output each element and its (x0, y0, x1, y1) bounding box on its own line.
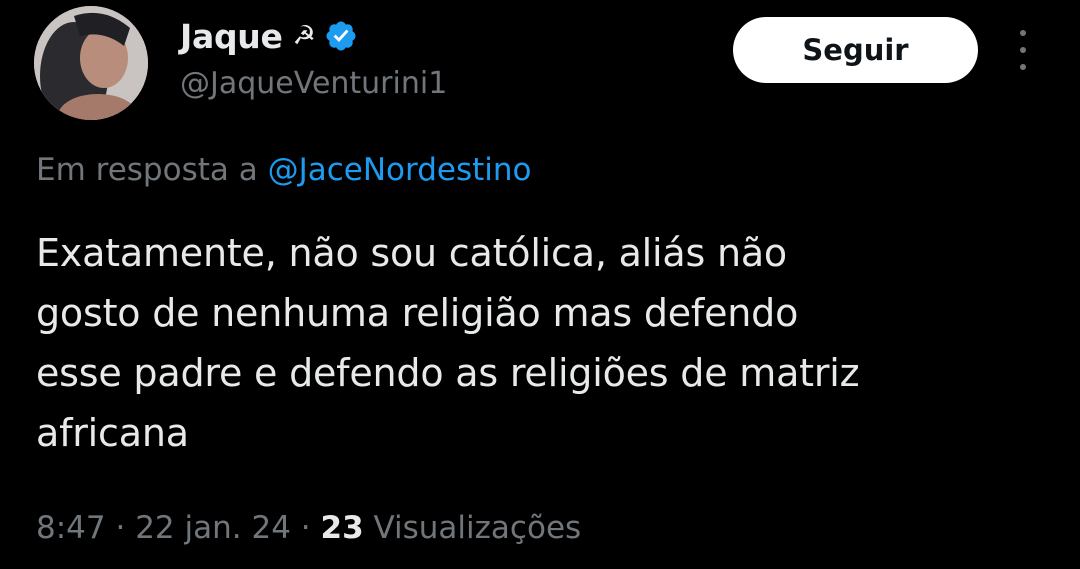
views-label: Visualizações (373, 510, 582, 546)
meta-separator: · (300, 510, 311, 546)
tweet-text-line: Exatamente, não sou católica, aliás não (36, 231, 787, 275)
tweet-text: Exatamente, não sou católica, aliás não … (36, 223, 1056, 463)
author-display-name[interactable]: Jaque (180, 17, 283, 56)
views-count: 23 (320, 510, 364, 546)
avatar-image (34, 6, 148, 120)
verified-badge-icon[interactable] (324, 19, 358, 53)
avatar[interactable] (34, 6, 148, 120)
more-dot (1020, 64, 1026, 70)
reply-target-link[interactable]: @JaceNordestino (268, 152, 532, 188)
reply-prefix: Em resposta a (36, 152, 258, 188)
tweet-time[interactable]: 8:47 (36, 510, 106, 546)
tweet-text-line: gosto de nenhuma religião mas defendo (36, 291, 799, 335)
tweet-meta: 8:47 · 22 jan. 24 · 23 Visualizações (36, 510, 581, 546)
author-name-row: Jaque ☭ (180, 14, 358, 58)
more-dot (1020, 30, 1026, 36)
tweet-date[interactable]: 22 jan. 24 (135, 510, 291, 546)
more-dot (1020, 47, 1026, 53)
author-handle[interactable]: @JaqueVenturini1 (180, 66, 447, 101)
more-options-icon[interactable] (1008, 30, 1038, 70)
follow-button[interactable]: Seguir (733, 17, 978, 83)
tweet-text-line: esse padre e defendo as religiões de mat… (36, 351, 860, 395)
hammer-sickle-icon: ☭ (292, 21, 316, 51)
reply-context: Em resposta a @JaceNordestino (36, 152, 532, 188)
tweet-card: Jaque ☭ @JaqueVenturini1 Seguir Em respo… (0, 0, 1080, 569)
meta-separator: · (115, 510, 126, 546)
tweet-text-line: africana (36, 411, 189, 455)
